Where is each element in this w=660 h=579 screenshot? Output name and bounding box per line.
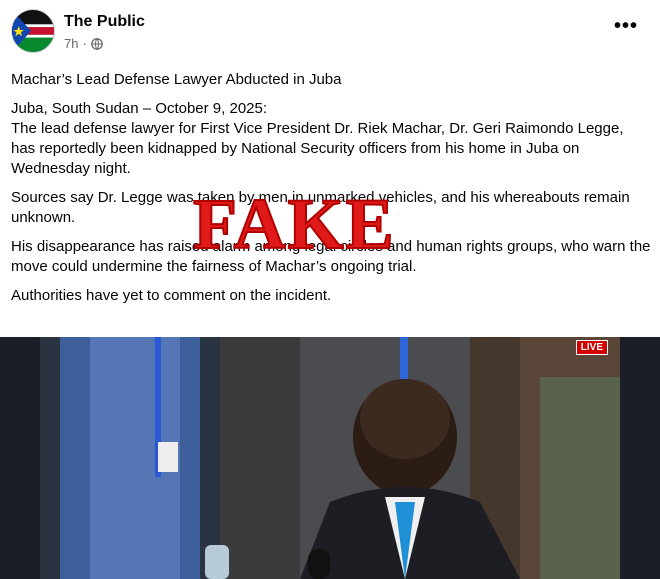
meta-separator: · [82, 36, 87, 51]
post-time[interactable]: 7h [64, 36, 78, 51]
post-paragraph-1-text: The lead defense lawyer for First Vice P… [11, 120, 624, 177]
page-name[interactable]: The Public [64, 13, 145, 31]
post-image[interactable]: LIVE [0, 337, 660, 579]
post-title: Machar’s Lead Defense Lawyer Abducted in… [11, 71, 342, 88]
post-paragraph-4: Authorities have yet to comment on the i… [11, 287, 332, 304]
globe-icon [90, 37, 103, 50]
post-dateline: Juba, South Sudan – October 9, 2025: [11, 100, 268, 117]
fake-stamp-overlay: FAKE [192, 184, 396, 264]
page-avatar[interactable] [11, 9, 55, 53]
post-paragraph-1: Juba, South Sudan – October 9, 2025: The… [11, 99, 651, 179]
post-header: The Public 7h · ••• [0, 0, 660, 60]
avatar-flag-icon [12, 10, 54, 52]
post-meta: 7h · [64, 36, 103, 51]
live-badge: LIVE [575, 340, 608, 355]
more-options-icon[interactable]: ••• [614, 16, 638, 36]
courtroom-photo [0, 337, 660, 579]
